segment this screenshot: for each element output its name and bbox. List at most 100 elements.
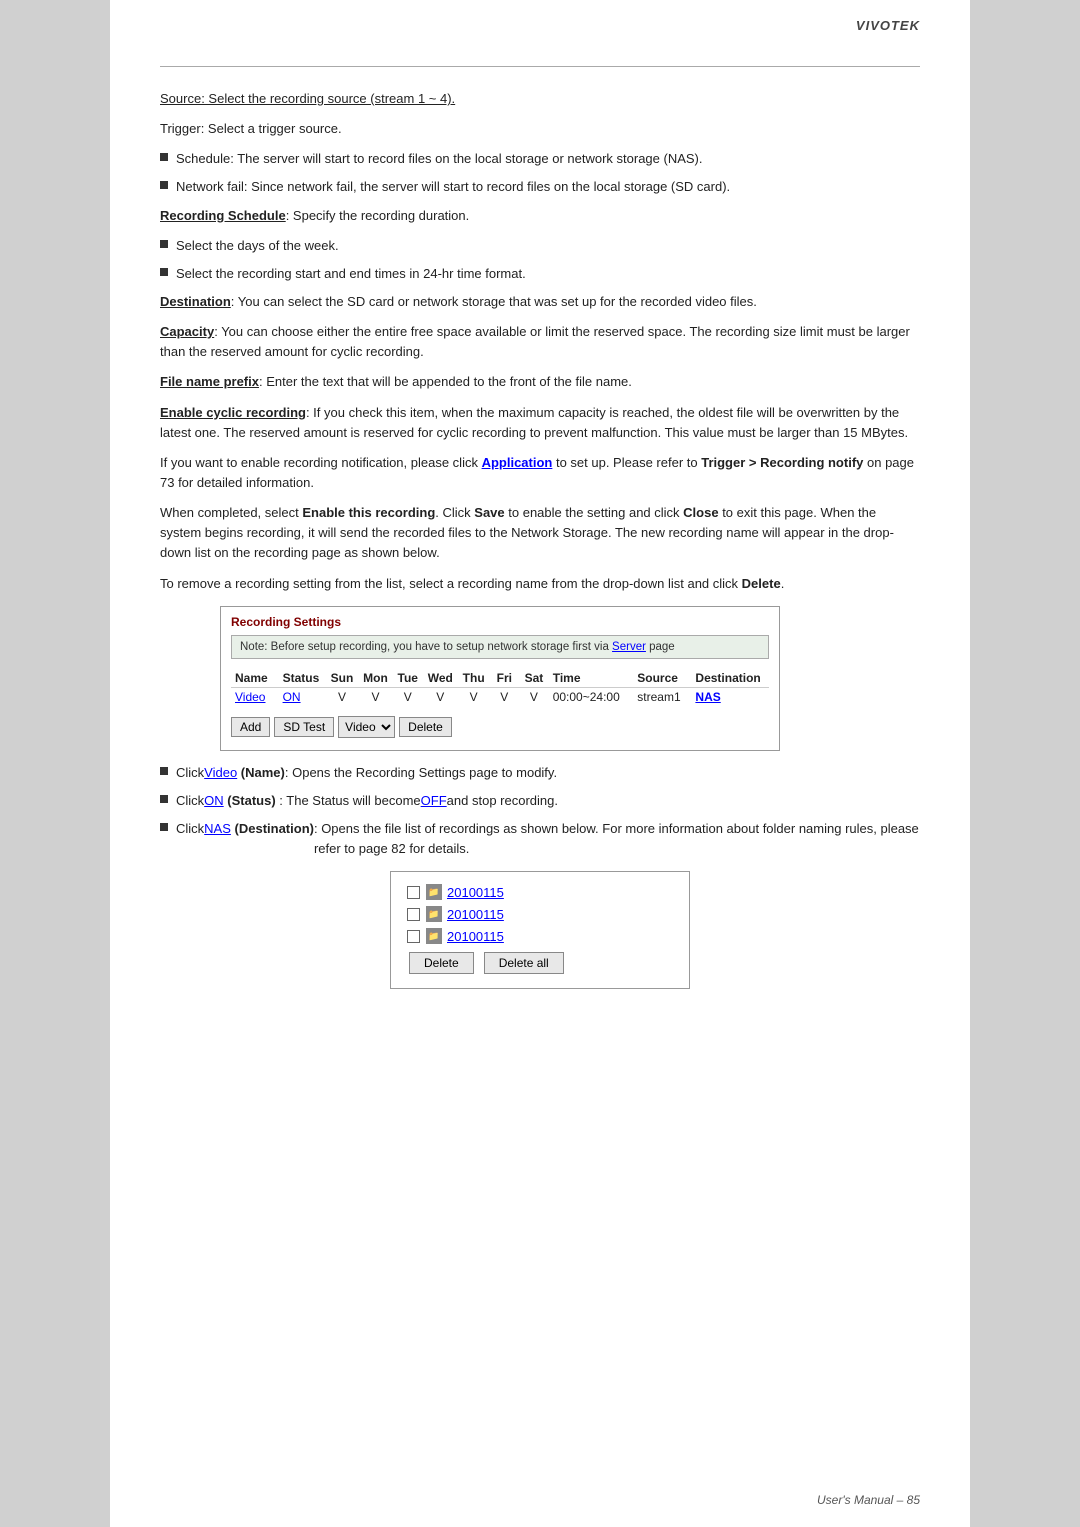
file-delete-button[interactable]: Delete — [409, 952, 474, 974]
file-link-1[interactable]: 20100115 — [447, 885, 504, 900]
nas-dest-link[interactable]: NAS — [204, 819, 231, 839]
remove-paragraph: To remove a recording setting from the l… — [160, 574, 920, 594]
status-link[interactable]: ON — [283, 690, 301, 704]
table-header-row: Name Status Sun Mon Tue Wed Thu Fri Sat … — [231, 669, 769, 688]
file-checkbox-2[interactable] — [407, 908, 420, 921]
bullet-times: Select the recording start and end times… — [160, 264, 920, 284]
th-time: Time — [549, 669, 634, 688]
bullet-on-mid: (Status) — [224, 791, 276, 811]
header-logo: VIVOTEK — [856, 18, 920, 33]
video-link[interactable]: Video — [204, 763, 237, 783]
file-checkbox-3[interactable] — [407, 930, 420, 943]
recording-schedule-paragraph: Recording Schedule: Specify the recordin… — [160, 206, 920, 226]
completed-bold3: Close — [683, 505, 718, 520]
bullet-icon — [160, 240, 168, 248]
destination-label: Destination — [160, 294, 231, 309]
file-item-1: 📁 20100115 — [407, 884, 673, 900]
file-item-2: 📁 20100115 — [407, 906, 673, 922]
bullet-on-text: : The Status will become — [276, 791, 421, 811]
capacity-paragraph: Capacity: You can choose either the enti… — [160, 322, 920, 362]
bullet-network-fail: Network fail: Since network fail, the se… — [160, 177, 920, 197]
recording-settings-buttons: Add SD Test Video Delete — [231, 716, 769, 738]
delete-button[interactable]: Delete — [399, 717, 452, 737]
bullet-times-text: Select the recording start and end times… — [176, 264, 526, 284]
file-name-prefix-paragraph: File name prefix: Enter the text that wi… — [160, 372, 920, 392]
td-thu: V — [458, 687, 490, 706]
add-button[interactable]: Add — [231, 717, 270, 737]
th-sun: Sun — [326, 669, 358, 688]
bullet-on-pre: Click — [176, 791, 204, 811]
capacity-text: : You can choose either the entire free … — [160, 324, 910, 359]
bullet-nas-mid: (Destination) — [231, 819, 314, 839]
application-link[interactable]: Application — [482, 455, 553, 470]
recording-settings-note: Note: Before setup recording, you have t… — [231, 635, 769, 659]
remove-end: . — [781, 576, 785, 591]
server-link[interactable]: Server — [612, 641, 646, 653]
note-pre: Note: Before setup recording, you have t… — [240, 641, 612, 653]
th-sat: Sat — [519, 669, 549, 688]
bullet-on-text2: and stop recording. — [447, 791, 558, 811]
capacity-label: Capacity — [160, 324, 214, 339]
completed-mid2: to enable the setting and click — [505, 505, 684, 520]
enable-cyclic-label: Enable cyclic recording — [160, 405, 306, 420]
destination-paragraph: Destination: You can select the SD card … — [160, 292, 920, 312]
sd-test-button[interactable]: SD Test — [274, 717, 334, 737]
completed-mid1: . Click — [435, 505, 474, 520]
th-destination: Destination — [691, 669, 769, 688]
td-time: 00:00~24:00 — [549, 687, 634, 706]
recording-schedule-text: : Specify the recording duration. — [286, 208, 470, 223]
video-dropdown[interactable]: Video — [338, 716, 395, 738]
notification-bold: Trigger > Recording notify — [701, 455, 863, 470]
note-end: page — [646, 641, 675, 653]
td-status: ON — [279, 687, 326, 706]
file-name-prefix-label: File name prefix — [160, 374, 259, 389]
recording-table: Name Status Sun Mon Tue Wed Thu Fri Sat … — [231, 669, 769, 706]
file-folder-icon-1: 📁 — [426, 884, 442, 900]
bullet-icon — [160, 153, 168, 161]
td-wed: V — [423, 687, 458, 706]
remove-pre: To remove a recording setting from the l… — [160, 576, 742, 591]
video-name-link[interactable]: Video — [235, 690, 265, 704]
th-wed: Wed — [423, 669, 458, 688]
file-delete-all-button[interactable]: Delete all — [484, 952, 564, 974]
on-link[interactable]: ON — [204, 791, 224, 811]
td-sun: V — [326, 687, 358, 706]
completed-paragraph: When completed, select Enable this recor… — [160, 503, 920, 563]
file-link-3[interactable]: 20100115 — [447, 929, 504, 944]
file-name-prefix-text: : Enter the text that will be appended t… — [259, 374, 632, 389]
source-paragraph: Source: Select the recording source (str… — [160, 89, 920, 109]
notification-paragraph: If you want to enable recording notifica… — [160, 453, 920, 493]
bullet-icon — [160, 268, 168, 276]
remove-bold: Delete — [742, 576, 781, 591]
bullet-icon — [160, 767, 168, 775]
file-checkbox-1[interactable] — [407, 886, 420, 899]
file-list-box: 📁 20100115 📁 20100115 📁 20100115 Delete … — [390, 871, 690, 989]
bullet-on-status: Click ON (Status) : The Status will beco… — [160, 791, 920, 811]
file-folder-icon-2: 📁 — [426, 906, 442, 922]
th-status: Status — [279, 669, 326, 688]
td-source: stream1 — [633, 687, 691, 706]
completed-bold1: Enable this recording — [302, 505, 435, 520]
nas-link[interactable]: NAS — [695, 690, 720, 704]
file-item-3: 📁 20100115 — [407, 928, 673, 944]
enable-cyclic-paragraph: Enable cyclic recording: If you check th… — [160, 403, 920, 443]
notification-pre: If you want to enable recording notifica… — [160, 455, 482, 470]
off-link[interactable]: OFF — [421, 791, 447, 811]
footer: User's Manual – 85 — [817, 1493, 920, 1507]
bullet-days-text: Select the days of the week. — [176, 236, 339, 256]
bullet-icon — [160, 181, 168, 189]
bullet-icon — [160, 823, 168, 831]
td-destination: NAS — [691, 687, 769, 706]
file-link-2[interactable]: 20100115 — [447, 907, 504, 922]
notification-after: to set up. Please refer to — [552, 455, 701, 470]
td-mon: V — [358, 687, 393, 706]
recording-settings-title: Recording Settings — [231, 615, 769, 629]
th-fri: Fri — [490, 669, 520, 688]
bullet-schedule: Schedule: The server will start to recor… — [160, 149, 920, 169]
th-mon: Mon — [358, 669, 393, 688]
bullet-nas-pre: Click — [176, 819, 204, 839]
completed-pre: When completed, select — [160, 505, 302, 520]
destination-text: : You can select the SD card or network … — [231, 294, 757, 309]
td-fri: V — [490, 687, 520, 706]
trigger-paragraph: Trigger: Select a trigger source. — [160, 119, 920, 139]
